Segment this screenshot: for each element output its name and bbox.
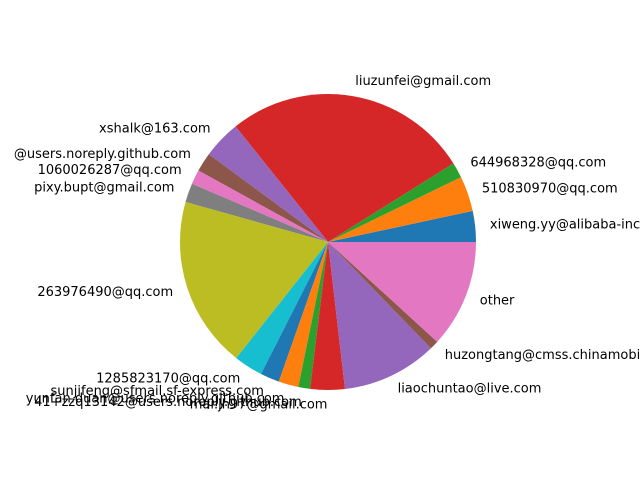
pie-chart-svg: xiweng.yy@alibaba-inc.com 510830970@qq.co… bbox=[14, 74, 640, 412]
pie-label-644968328-qq-com: 644968328@qq.com bbox=[470, 155, 606, 170]
pie-label-huzongtang-cmss-chinamobile-com: huzongtang@cmss.chinamobile.com bbox=[445, 348, 640, 363]
pie-label-510830970-qq-com: 510830970@qq.com bbox=[482, 181, 618, 196]
pie-chart: xiweng.yy@alibaba-inc.com 510830970@qq.co… bbox=[0, 0, 640, 480]
pie-label-xiweng-yy-alibaba-inc-com: xiweng.yy@alibaba-inc.com bbox=[490, 217, 640, 232]
pie-label-1060026287-qq-com: 1060026287@qq.com bbox=[38, 163, 182, 178]
pie-label-liaochuntao-live-com: liaochuntao@live.com bbox=[398, 382, 542, 397]
pie-label-263976490-qq-com: 263976490@qq.com bbox=[37, 285, 173, 300]
pie-label-liuzunfei-gmail-com: liuzunfei@gmail.com bbox=[355, 74, 491, 89]
pie-label-pixy-bupt-gmail-com: pixy.bupt@gmail.com bbox=[34, 180, 174, 195]
pie-slices bbox=[179, 94, 476, 390]
pie-label-users-noreply-github-com: @users.noreply.github.com bbox=[14, 147, 191, 162]
pie-label-other: other bbox=[480, 293, 515, 308]
pie-label-mai-jh97-gmail-com: mai.jh97@gmail.com bbox=[190, 397, 328, 412]
pie-label-xshalk-163-com: xshalk@163.com bbox=[99, 122, 211, 137]
